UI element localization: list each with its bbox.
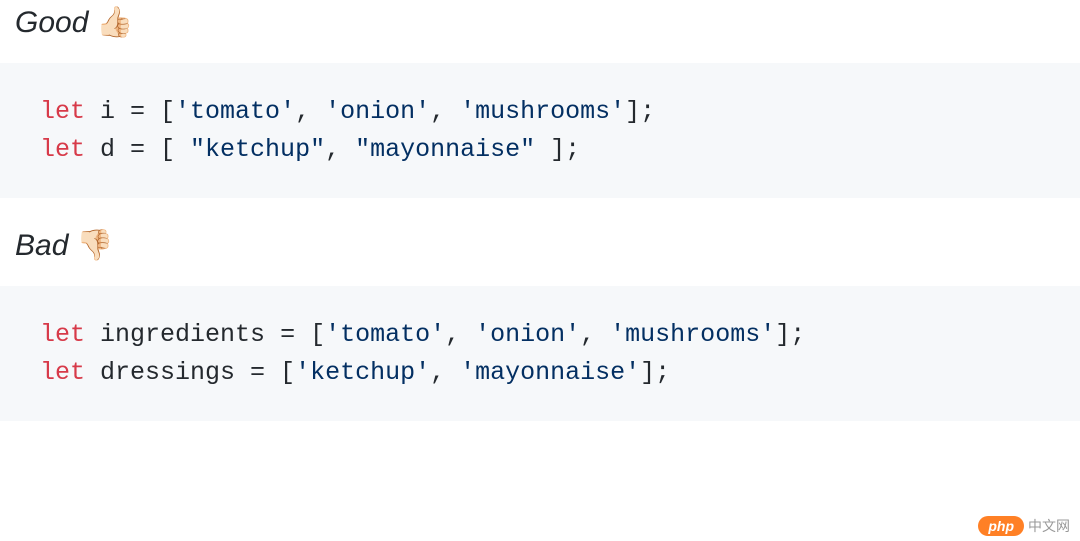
string: 'onion' — [475, 320, 580, 349]
string: "mayonnaise" — [355, 135, 535, 164]
php-badge-icon: php — [978, 516, 1024, 536]
punct: , — [430, 97, 460, 126]
bad-code-block: let ingredients = ['tomato', 'onion', 'm… — [0, 286, 1080, 421]
string: 'tomato' — [325, 320, 445, 349]
code-line: let d = [ "ketchup", "mayonnaise" ]; — [40, 131, 1040, 169]
string: 'mushrooms' — [460, 97, 625, 126]
watermark-text: 中文网 — [1028, 516, 1070, 536]
string: "ketchup" — [190, 135, 325, 164]
thumbs-up-icon: 👍🏻 — [96, 5, 133, 40]
thumbs-down-icon: 👎🏻 — [76, 228, 113, 263]
punct: = [ — [250, 358, 295, 387]
var-name: ingredients — [85, 320, 280, 349]
punct: , — [430, 358, 460, 387]
good-heading: Good 👍🏻 — [0, 0, 1080, 48]
code-line: let ingredients = ['tomato', 'onion', 'm… — [40, 316, 1040, 354]
punct: , — [445, 320, 475, 349]
var-name: d — [85, 135, 130, 164]
keyword-let: let — [40, 135, 85, 164]
string: 'ketchup' — [295, 358, 430, 387]
punct: ]; — [640, 358, 670, 387]
keyword-let: let — [40, 358, 85, 387]
punct: , — [295, 97, 325, 126]
keyword-let: let — [40, 97, 85, 126]
string: 'mushrooms' — [610, 320, 775, 349]
keyword-let: let — [40, 320, 85, 349]
watermark: php 中文网 — [978, 516, 1070, 536]
code-line: let dressings = ['ketchup', 'mayonnaise'… — [40, 354, 1040, 392]
punct: = [ — [130, 135, 190, 164]
punct: , — [325, 135, 355, 164]
punct: ]; — [625, 97, 655, 126]
punct: ]; — [775, 320, 805, 349]
string: 'onion' — [325, 97, 430, 126]
var-name: i — [85, 97, 130, 126]
punct: , — [580, 320, 610, 349]
string: 'mayonnaise' — [460, 358, 640, 387]
code-line: let i = ['tomato', 'onion', 'mushrooms']… — [40, 93, 1040, 131]
good-label: Good — [15, 6, 88, 40]
good-code-block: let i = ['tomato', 'onion', 'mushrooms']… — [0, 63, 1080, 198]
punct: = [ — [280, 320, 325, 349]
punct: ]; — [535, 135, 580, 164]
var-name: dressings — [85, 358, 250, 387]
string: 'tomato' — [175, 97, 295, 126]
punct: = [ — [130, 97, 175, 126]
bad-heading: Bad 👎🏻 — [0, 198, 1080, 271]
bad-label: Bad — [15, 229, 68, 263]
